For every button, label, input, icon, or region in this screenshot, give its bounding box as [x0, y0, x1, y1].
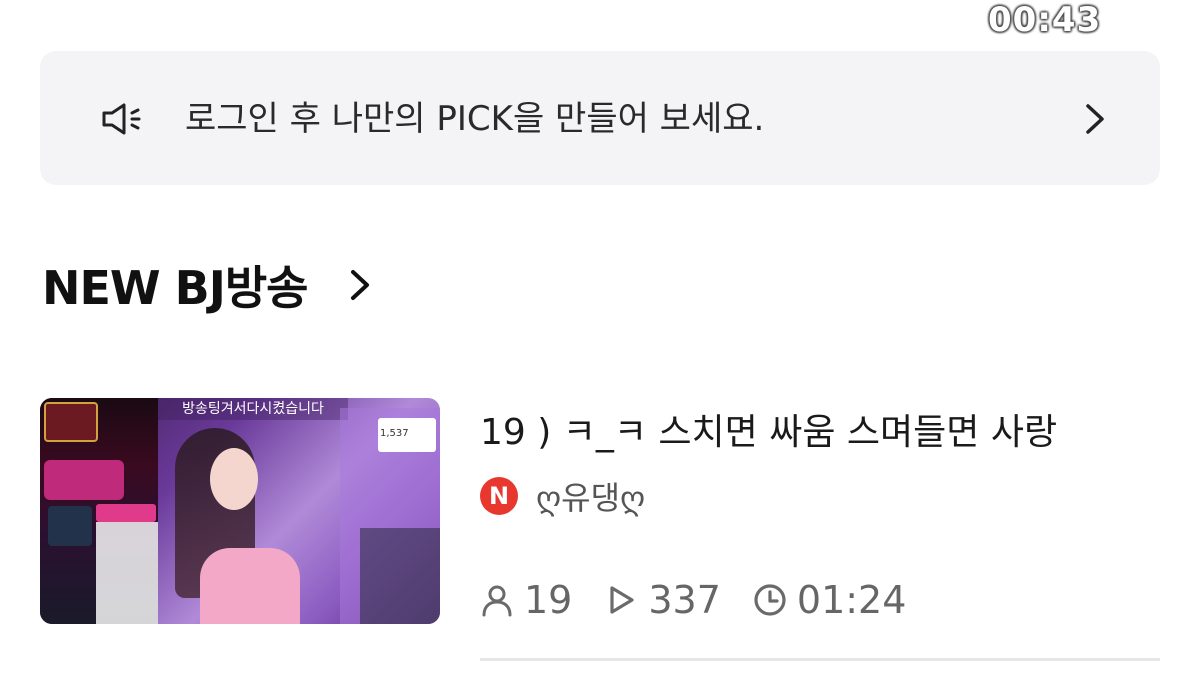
thumbnail-badge — [96, 504, 156, 522]
section-header-new-bj[interactable]: NEW BJ방송 — [42, 250, 372, 320]
thumbnail-overlay — [360, 528, 440, 624]
thumbnail-viewer-count: 1,537 — [380, 428, 409, 439]
thumbnail-person-face — [210, 448, 258, 510]
broadcast-author[interactable]: N ღ유댕ღ — [480, 474, 645, 518]
login-pick-notice[interactable]: 로그인 후 나만의 PICK을 만들어 보세요. — [40, 51, 1160, 185]
chevron-right-icon — [1086, 104, 1104, 134]
broadcast-stats: 19 337 01:24 — [480, 575, 938, 625]
new-badge: N — [480, 477, 518, 515]
viewer-stat: 19 — [480, 578, 572, 622]
thumbnail-banner: 방송팅겨서다시켰습니다 — [158, 398, 348, 420]
thumbnail-person-top — [200, 548, 300, 624]
section-title: NEW BJ방송 — [42, 261, 308, 315]
speaker-icon — [102, 103, 141, 135]
duration: 01:24 — [796, 578, 907, 622]
thumbnail-badge — [48, 506, 92, 546]
thumbnail-badge — [44, 460, 124, 500]
clock-icon — [754, 584, 786, 616]
viewer-count: 19 — [524, 578, 573, 622]
thumbnail-badge — [44, 402, 98, 442]
duration-stat: 01:24 — [753, 578, 907, 622]
divider — [480, 658, 1160, 661]
play-stat: 337 — [604, 578, 721, 622]
play-count: 337 — [648, 578, 721, 622]
broadcast-title[interactable]: 19 ) ㅋ_ㅋ 스치면 싸움 스며들면 사랑 — [480, 408, 1057, 458]
thumbnail-chat-panel — [96, 522, 158, 624]
play-icon — [610, 586, 634, 614]
status-clock: 00:43 — [988, 0, 1102, 40]
author-name: ღ유댕ღ — [536, 479, 646, 517]
broadcast-thumbnail[interactable]: 방송팅겨서다시켰습니다 1,537 — [40, 398, 440, 624]
notice-text: 로그인 후 나만의 PICK을 만들어 보세요. — [185, 99, 765, 139]
person-icon — [482, 585, 512, 617]
chevron-right-icon — [350, 270, 369, 300]
